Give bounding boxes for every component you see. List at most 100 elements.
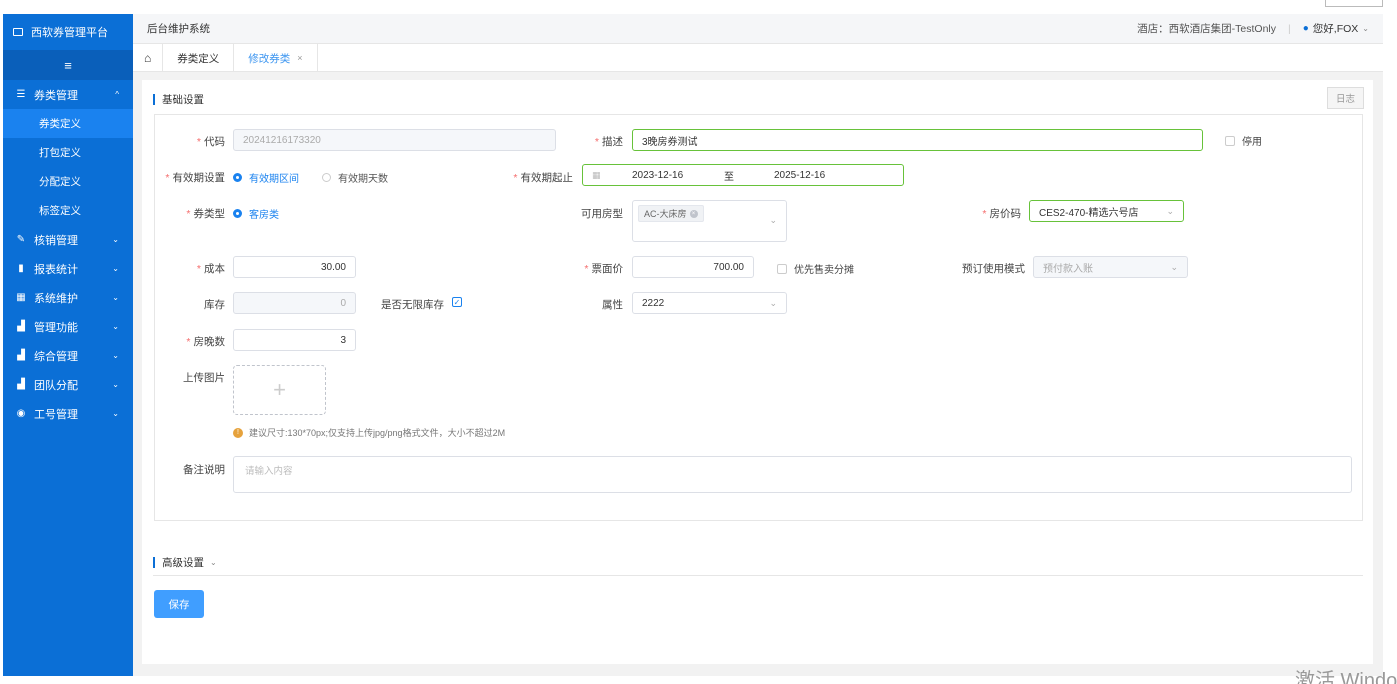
content-area: 基础设置 日志 代码 20241216173320 描述 3晚房券测试 停用 有… xyxy=(133,72,1383,676)
grid-icon: ▦ xyxy=(16,292,26,303)
radio-dot xyxy=(233,173,242,182)
calendar-icon: ▦ xyxy=(592,169,601,180)
user-icon: ● xyxy=(1302,23,1309,34)
sidebar-item-staff[interactable]: ◉ 工号管理 ⌄ xyxy=(3,399,133,428)
stock-label: 库存 xyxy=(204,299,225,311)
date-end: 2025-12-16 xyxy=(774,169,826,181)
radio-validity-range[interactable]: 有效期区间 xyxy=(233,170,299,185)
windows-activation-watermark: 激活 Windo xyxy=(1295,670,1397,684)
radio-label: 客房类 xyxy=(249,210,279,221)
face-price-label: 票面价 xyxy=(535,261,624,276)
tag-close-icon[interactable]: × xyxy=(689,209,698,218)
brand-icon xyxy=(13,28,23,36)
remark-label: 备注说明 xyxy=(183,464,225,476)
close-icon[interactable]: × xyxy=(297,53,302,63)
chevron-down-icon: ⌄ xyxy=(210,558,217,567)
checkbox-box: ✓ xyxy=(452,297,462,307)
radio-dot xyxy=(322,173,331,182)
checkbox-box xyxy=(1225,135,1235,146)
tab-label: 修改券类 xyxy=(248,52,291,65)
user-greeting: 您好,FOX xyxy=(1312,23,1359,35)
section-marker xyxy=(153,557,155,568)
booking-mode-select[interactable]: 预付款入账 ⌄ xyxy=(1033,256,1188,278)
desc-input[interactable]: 3晚房券测试 xyxy=(632,129,1203,151)
sidebar-sub-tag-definition[interactable]: 标签定义 xyxy=(3,196,133,225)
remark-textarea[interactable]: 请输入内容 xyxy=(233,456,1352,493)
attribute-select[interactable]: 2222 ⌄ xyxy=(632,292,787,314)
log-button[interactable]: 日志 xyxy=(1327,87,1364,109)
system-title: 后台维护系统 xyxy=(147,23,210,35)
sidebar-item-label: 工号管理 xyxy=(34,408,78,421)
sidebar-item-label: 管理功能 xyxy=(34,321,78,334)
chevron-down-icon: ⌄ xyxy=(112,235,119,244)
sidebar-sub-allocation-definition[interactable]: 分配定义 xyxy=(3,167,133,196)
date-range-picker[interactable]: ▦ 2023-12-16 至 2025-12-16 xyxy=(582,164,904,186)
main-panel: 基础设置 日志 代码 20241216173320 描述 3晚房券测试 停用 有… xyxy=(142,80,1373,664)
stock-input[interactable]: 0 xyxy=(233,292,356,314)
sidebar-sub-voucher-definition[interactable]: 券类定义 xyxy=(3,109,133,138)
home-icon[interactable]: ⌂ xyxy=(133,44,164,72)
cost-input[interactable]: 30.00 xyxy=(233,256,356,278)
tab-edit-voucher[interactable]: 修改券类 × xyxy=(234,44,318,72)
sidebar-item-label: 综合管理 xyxy=(34,350,78,363)
radio-validity-days[interactable]: 有效期天数 xyxy=(322,170,388,185)
checkbox-box xyxy=(777,263,787,274)
sidebar-item-system[interactable]: ▦ 系统维护 ⌄ xyxy=(3,283,133,312)
section-title: 基础设置 xyxy=(162,94,204,106)
advanced-title: 高级设置 xyxy=(162,557,204,569)
sidebar-item-reports[interactable]: ▮ 报表统计 ⌄ xyxy=(3,254,133,283)
sidebar-item-comprehensive[interactable]: ▟ 综合管理 ⌄ xyxy=(3,341,133,370)
chevron-down-icon: ⌄ xyxy=(112,351,119,360)
sidebar-item-label: 核销管理 xyxy=(34,234,78,247)
sidebar-item-verification[interactable]: ✎ 核销管理 ⌄ xyxy=(3,225,133,254)
face-price-input[interactable]: 700.00 xyxy=(632,256,754,278)
chevron-down-icon: ⌄ xyxy=(1170,261,1178,272)
chevron-down-icon: ⌄ xyxy=(112,409,119,418)
divider xyxy=(153,575,1363,576)
priority-split-checkbox[interactable]: 优先售卖分摊 xyxy=(777,261,854,276)
room-type-label: 可用房型 xyxy=(581,208,623,220)
code-label: 代码 xyxy=(165,134,225,149)
unlimited-stock-label: 是否无限库存 xyxy=(381,299,444,311)
section-marker xyxy=(153,94,155,105)
rate-code-value: CES2-470-精选六号店 xyxy=(1039,207,1139,219)
menu-toggle-icon[interactable]: ≡ xyxy=(3,50,133,80)
hotel-label: 酒店：西软酒店集团-TestOnly xyxy=(1137,23,1276,35)
chevron-down-icon: ⌄ xyxy=(112,322,119,331)
basic-settings-form: 代码 20241216173320 描述 3晚房券测试 停用 有效期设置 有效期… xyxy=(154,114,1363,521)
section-basic-settings: 基础设置 xyxy=(153,92,204,107)
unlimited-stock-checkbox[interactable]: ✓ xyxy=(452,297,469,307)
sidebar-item-voucher-management[interactable]: ☰ 券类管理 ^ xyxy=(3,80,133,109)
upload-image-button[interactable]: + xyxy=(233,365,326,415)
room-nights-input[interactable]: 3 xyxy=(233,329,356,351)
code-input[interactable]: 20241216173320 xyxy=(233,129,556,151)
sidebar-item-label: 系统维护 xyxy=(34,292,78,305)
warning-icon: ! xyxy=(233,427,243,438)
bars-icon: ▟ xyxy=(17,321,25,332)
room-type-select[interactable]: AC-大床房 × ⌄ xyxy=(632,200,787,242)
user-menu[interactable]: ● 您好,FOX ⌄ xyxy=(1303,21,1369,36)
upload-hint: ! 建议尺寸:130*70px;仅支持上传jpg/png格式文件，大小不超过2M xyxy=(233,426,505,439)
section-advanced-settings[interactable]: 高级设置 ⌄ xyxy=(153,555,217,570)
rate-code-select[interactable]: CES2-470-精选六号店 ⌄ xyxy=(1029,200,1184,222)
divider: | xyxy=(1288,22,1291,35)
sidebar-item-management[interactable]: ▟ 管理功能 ⌄ xyxy=(3,312,133,341)
sidebar-item-team[interactable]: ▟ 团队分配 ⌄ xyxy=(3,370,133,399)
radio-voucher-type-room[interactable]: 客房类 xyxy=(233,206,279,221)
list-icon: ☰ xyxy=(16,89,26,100)
voucher-type-label: 券类型 xyxy=(155,206,226,221)
disable-checkbox[interactable]: 停用 xyxy=(1225,133,1262,148)
save-button[interactable]: 保存 xyxy=(154,590,204,618)
tab-voucher-definition[interactable]: 券类定义 xyxy=(163,44,235,72)
sidebar: 西软券管理平台 ≡ ☰ 券类管理 ^ 券类定义 打包定义 分配定义 标签定义 ✎… xyxy=(3,14,133,676)
sidebar-sub-package-definition[interactable]: 打包定义 xyxy=(3,138,133,167)
upload-label: 上传图片 xyxy=(183,372,225,384)
chevron-down-icon: ⌄ xyxy=(112,264,119,273)
radio-dot xyxy=(233,209,242,218)
cost-label: 成本 xyxy=(155,261,225,276)
room-type-tag: AC-大床房 × xyxy=(638,205,704,222)
window-edge xyxy=(1325,0,1383,7)
chevron-down-icon: ⌄ xyxy=(112,293,119,302)
disable-label: 停用 xyxy=(1242,137,1262,148)
validity-setting-label: 有效期设置 xyxy=(155,170,226,185)
